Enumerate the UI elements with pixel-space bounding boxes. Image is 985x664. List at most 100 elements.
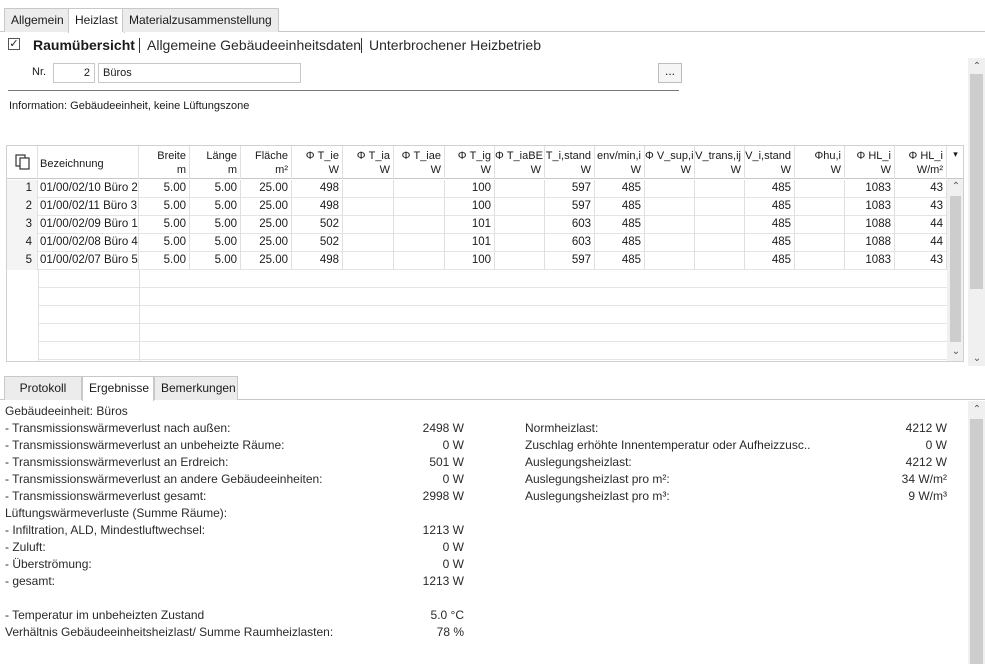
cell-flaeche[interactable]: 25.00	[241, 180, 292, 198]
column-header-v-i-stand[interactable]: V_i,stand W	[745, 146, 795, 179]
nr-input[interactable]: 2	[53, 63, 95, 83]
cell-t-i-stand[interactable]: 603	[545, 216, 595, 234]
cell-flaeche[interactable]: 25.00	[241, 234, 292, 252]
scrollbar-thumb[interactable]	[970, 74, 983, 289]
cell-phi-t-ia[interactable]	[343, 180, 394, 198]
cell-phi-t-ig[interactable]: 101	[445, 216, 495, 234]
cell-env-min-i[interactable]: 485	[595, 198, 645, 216]
cell-phi-hl-i-per-m2[interactable]: 44	[895, 234, 947, 252]
results-scrollbar-thumb[interactable]	[970, 419, 983, 664]
header-link-gebaeudeeinheitsdaten[interactable]: Allgemeine Gebäudeeinheitsdaten	[147, 36, 361, 54]
cell-phi-hu-i[interactable]	[795, 216, 845, 234]
cell-breite[interactable]: 5.00	[139, 252, 190, 270]
cell-phi-hl-i[interactable]: 1083	[845, 198, 895, 216]
cell-env-min-i[interactable]: 485	[595, 180, 645, 198]
column-header-phi-t-iae[interactable]: Φ T_iae W	[394, 146, 445, 179]
cell-phi-t-ie[interactable]: 502	[292, 216, 343, 234]
tab-protokoll[interactable]: Protokoll	[4, 376, 82, 400]
column-header-phi-v-sup-i[interactable]: Φ V_sup,i W	[645, 146, 695, 179]
cell-v-i-stand[interactable]: 485	[745, 234, 795, 252]
cell-v-i-stand[interactable]: 485	[745, 180, 795, 198]
cell-phi-t-ia[interactable]	[343, 252, 394, 270]
cell-t-i-stand[interactable]: 597	[545, 252, 595, 270]
cell-phi-v-sup-i[interactable]	[645, 198, 695, 216]
row-number[interactable]: 2	[7, 198, 38, 216]
raumuebersicht-checkbox[interactable]: ✓	[8, 38, 20, 50]
cell-phi-t-iabe[interactable]	[495, 216, 545, 234]
cell-bezeichnung[interactable]: 01/00/02/08 Büro 4	[38, 234, 139, 252]
cell-v-trans-ij[interactable]	[695, 216, 745, 234]
cell-phi-v-sup-i[interactable]	[645, 234, 695, 252]
cell-phi-t-ig[interactable]: 100	[445, 180, 495, 198]
cell-phi-t-ig[interactable]: 101	[445, 234, 495, 252]
column-header-phi-t-ia[interactable]: Φ T_ia W	[343, 146, 394, 179]
table-scroll-up-icon[interactable]: ⌃	[949, 182, 963, 192]
cell-bezeichnung[interactable]: 01/00/02/09 Büro 1	[38, 216, 139, 234]
cell-flaeche[interactable]: 25.00	[241, 216, 292, 234]
cell-laenge[interactable]: 5.00	[190, 252, 241, 270]
cell-phi-t-iabe[interactable]	[495, 234, 545, 252]
cell-phi-t-ig[interactable]: 100	[445, 252, 495, 270]
cell-bezeichnung[interactable]: 01/00/02/11 Büro 3	[38, 198, 139, 216]
results-scroll-up-icon[interactable]: ⌃	[970, 405, 984, 415]
header-link-raumuebersicht[interactable]: Raumübersicht	[33, 36, 135, 54]
column-header-phi-t-ig[interactable]: Φ T_ig W	[445, 146, 495, 179]
table-scroll-down-icon[interactable]: ⌄	[949, 347, 963, 357]
cell-laenge[interactable]: 5.00	[190, 234, 241, 252]
cell-breite[interactable]: 5.00	[139, 234, 190, 252]
cell-v-i-stand[interactable]: 485	[745, 198, 795, 216]
cell-phi-hl-i[interactable]: 1083	[845, 180, 895, 198]
row-number[interactable]: 5	[7, 252, 38, 270]
cell-phi-hu-i[interactable]	[795, 234, 845, 252]
cell-phi-hu-i[interactable]	[795, 180, 845, 198]
row-number[interactable]: 3	[7, 216, 38, 234]
cell-phi-v-sup-i[interactable]	[645, 216, 695, 234]
column-header-v-trans-ij[interactable]: V_trans,ij W	[695, 146, 745, 179]
column-header-phi-t-ie[interactable]: Φ T_ie W	[292, 146, 343, 179]
cell-phi-v-sup-i[interactable]	[645, 180, 695, 198]
cell-phi-hu-i[interactable]	[795, 252, 845, 270]
cell-phi-hl-i[interactable]: 1088	[845, 234, 895, 252]
column-header-bezeichnung[interactable]: Bezeichnung	[38, 146, 139, 179]
cell-phi-t-iabe[interactable]	[495, 252, 545, 270]
row-number[interactable]: 4	[7, 234, 38, 252]
cell-v-trans-ij[interactable]	[695, 234, 745, 252]
table-vertical-scrollbar[interactable]: ⌃ ⌄	[947, 179, 963, 361]
row-number[interactable]: 1	[7, 180, 38, 198]
cell-phi-t-ie[interactable]: 498	[292, 252, 343, 270]
cell-breite[interactable]: 5.00	[139, 216, 190, 234]
cell-phi-t-ia[interactable]	[343, 216, 394, 234]
table-row[interactable]: 2 01/00/02/11 Büro 3 5.00 5.00 25.00 498 100 59…	[7, 198, 947, 216]
cell-phi-t-iae[interactable]	[394, 180, 445, 198]
cell-phi-hl-i[interactable]: 1083	[845, 252, 895, 270]
cell-flaeche[interactable]: 25.00	[241, 252, 292, 270]
column-header-flaeche[interactable]: Fläche m²	[241, 146, 292, 179]
cell-phi-t-iabe[interactable]	[495, 198, 545, 216]
cell-phi-t-iae[interactable]	[394, 198, 445, 216]
cell-phi-t-ia[interactable]	[343, 198, 394, 216]
column-header-laenge[interactable]: Länge m	[190, 146, 241, 179]
column-header-phi-hl-i[interactable]: Φ HL_i W	[845, 146, 895, 179]
cell-breite[interactable]: 5.00	[139, 198, 190, 216]
cell-laenge[interactable]: 5.00	[190, 198, 241, 216]
table-scrollbar-thumb[interactable]	[950, 196, 961, 342]
cell-v-i-stand[interactable]: 485	[745, 216, 795, 234]
cell-v-trans-ij[interactable]	[695, 252, 745, 270]
more-options-button[interactable]: ...	[658, 63, 682, 83]
column-header-t-i-stand[interactable]: T_i,stand W	[545, 146, 595, 179]
scroll-up-icon[interactable]: ⌃	[970, 62, 984, 72]
cell-env-min-i[interactable]: 485	[595, 216, 645, 234]
column-header-phi-hu-i[interactable]: Φhu,i W	[795, 146, 845, 179]
cell-env-min-i[interactable]: 485	[595, 252, 645, 270]
tab-heizlast[interactable]: Heizlast	[68, 8, 125, 33]
cell-phi-t-iae[interactable]	[394, 234, 445, 252]
column-header-breite[interactable]: Breite m	[139, 146, 190, 179]
cell-phi-v-sup-i[interactable]	[645, 252, 695, 270]
cell-v-trans-ij[interactable]	[695, 180, 745, 198]
cell-flaeche[interactable]: 25.00	[241, 198, 292, 216]
scroll-down-icon[interactable]: ⌄	[970, 354, 984, 364]
tab-bemerkungen[interactable]: Bemerkungen	[154, 376, 238, 400]
column-header-phi-hl-i-per-m2[interactable]: Φ HL_i W/m²	[895, 146, 947, 179]
cell-phi-hl-i-per-m2[interactable]: 43	[895, 180, 947, 198]
cell-phi-t-iae[interactable]	[394, 252, 445, 270]
